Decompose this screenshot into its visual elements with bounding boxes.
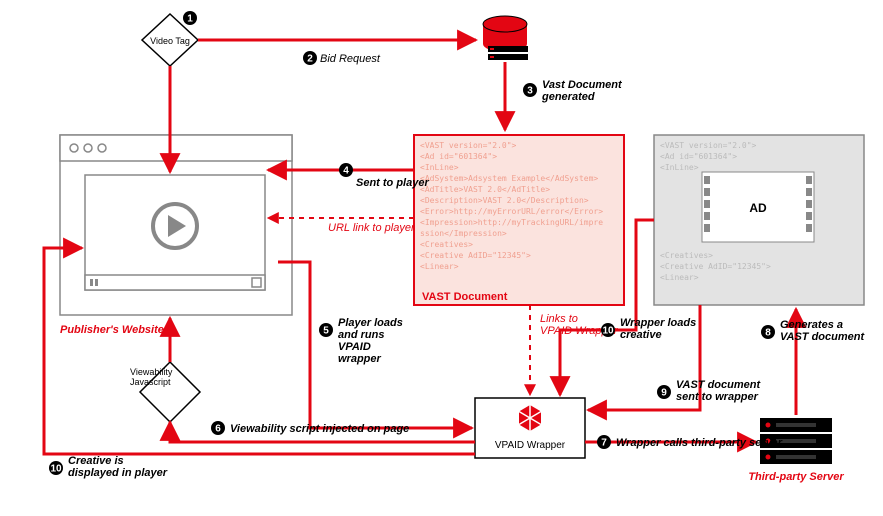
svg-text:VPAID: VPAID [338, 341, 371, 353]
svg-text:<Ad id="601364">: <Ad id="601364"> [420, 152, 497, 161]
svg-text:VPAID Wrapper: VPAID Wrapper [495, 440, 566, 451]
svg-text:<VAST version="2.0">: <VAST version="2.0"> [660, 141, 757, 150]
svg-text:Viewability script injected on: Viewability script injected on page [230, 423, 409, 435]
svg-text:Generates a: Generates a [780, 319, 843, 331]
bid-server-icon [483, 16, 528, 60]
third-party-vast: <VAST version="2.0"> <Ad id="601364"> <I… [654, 135, 864, 305]
svg-text:Video Tag: Video Tag [150, 36, 190, 46]
svg-text:AD: AD [749, 201, 767, 215]
svg-text:creative: creative [620, 329, 662, 341]
vpaid-wrapper: VPAID Wrapper [475, 398, 585, 458]
svg-text:<AdSystem>Adsystem Example</Ad: <AdSystem>Adsystem Example</AdSystem> [420, 174, 598, 183]
svg-text:2: 2 [307, 54, 313, 65]
viewability-js-node: Viewability Javascript [130, 362, 200, 422]
svg-text:<VAST version="2.0">: <VAST version="2.0"> [420, 141, 517, 150]
svg-text:Links to: Links to [540, 313, 578, 325]
svg-text:<InLine>: <InLine> [660, 163, 699, 172]
svg-text:generated: generated [541, 91, 595, 103]
svg-text:Javascript: Javascript [130, 377, 171, 387]
publisher-website: Publisher's Website [60, 135, 292, 336]
svg-text:<Description>VAST 2.0</Descrip: <Description>VAST 2.0</Description> [420, 196, 589, 205]
svg-text:<Linear>: <Linear> [660, 273, 699, 282]
svg-text:<Creatives>: <Creatives> [420, 240, 473, 249]
publisher-label: Publisher's Website [60, 324, 164, 336]
video-player [85, 175, 265, 290]
svg-text:<InLine>: <InLine> [420, 163, 459, 172]
svg-text:<Linear>: <Linear> [420, 262, 459, 271]
svg-text:ssion</Impression>: ssion</Impression> [420, 229, 507, 238]
svg-text:4: 4 [343, 166, 349, 177]
svg-text:VAST document: VAST document [780, 331, 865, 343]
svg-text:VAST Document: VAST Document [422, 291, 508, 303]
svg-text:3: 3 [527, 86, 533, 97]
svg-text:Creative is: Creative is [68, 455, 124, 467]
third-party-server: Third-party Server [748, 418, 844, 483]
svg-text:<AdTitle>VAST 2.0</AdTitle>: <AdTitle>VAST 2.0</AdTitle> [420, 185, 550, 194]
svg-text:Vast Document: Vast Document [542, 79, 623, 91]
vast-document: VAST Document <VAST version="2.0"> <Ad i… [414, 135, 624, 305]
svg-text:<Impression>http://myTrackingU: <Impression>http://myTrackingURL/impre [420, 218, 603, 227]
diagram-canvas: Publisher's Website Video Tag 1 2 Bid Re… [0, 0, 883, 516]
svg-text:Third-party Server: Third-party Server [748, 471, 844, 483]
svg-text:and runs: and runs [338, 329, 384, 341]
svg-text:8: 8 [765, 328, 771, 339]
svg-text:Sent to player: Sent to player [356, 177, 429, 189]
svg-text:sent to wrapper: sent to wrapper [676, 391, 759, 403]
svg-text:Viewability: Viewability [130, 367, 173, 377]
svg-text:6: 6 [215, 424, 221, 435]
svg-text:<Error>http://myErrorURL/error: <Error>http://myErrorURL/error</Error> [420, 207, 603, 216]
svg-text:URL link to player: URL link to player [328, 222, 416, 234]
svg-text:displayed in player: displayed in player [68, 467, 168, 479]
svg-text:wrapper: wrapper [338, 353, 382, 365]
svg-text:VAST document: VAST document [676, 379, 761, 391]
svg-text:1: 1 [187, 14, 193, 25]
svg-text:Wrapper calls third-party serv: Wrapper calls third-party server [616, 437, 783, 449]
svg-text:Bid Request: Bid Request [320, 53, 381, 65]
svg-text:<Creative AdID="12345">: <Creative AdID="12345"> [660, 262, 771, 271]
svg-text:7: 7 [601, 438, 607, 449]
svg-text:Wrapper loads: Wrapper loads [620, 317, 696, 329]
svg-text:5: 5 [323, 326, 329, 337]
svg-text:Player loads: Player loads [338, 317, 403, 329]
svg-text:9: 9 [661, 388, 667, 399]
ad-creative: AD [702, 172, 814, 242]
svg-text:<Creative AdID="12345">: <Creative AdID="12345"> [420, 251, 531, 260]
svg-text:10: 10 [602, 326, 614, 337]
svg-text:<Ad id="601364">: <Ad id="601364"> [660, 152, 737, 161]
svg-text:10: 10 [50, 464, 62, 475]
svg-text:<Creatives>: <Creatives> [660, 251, 713, 260]
